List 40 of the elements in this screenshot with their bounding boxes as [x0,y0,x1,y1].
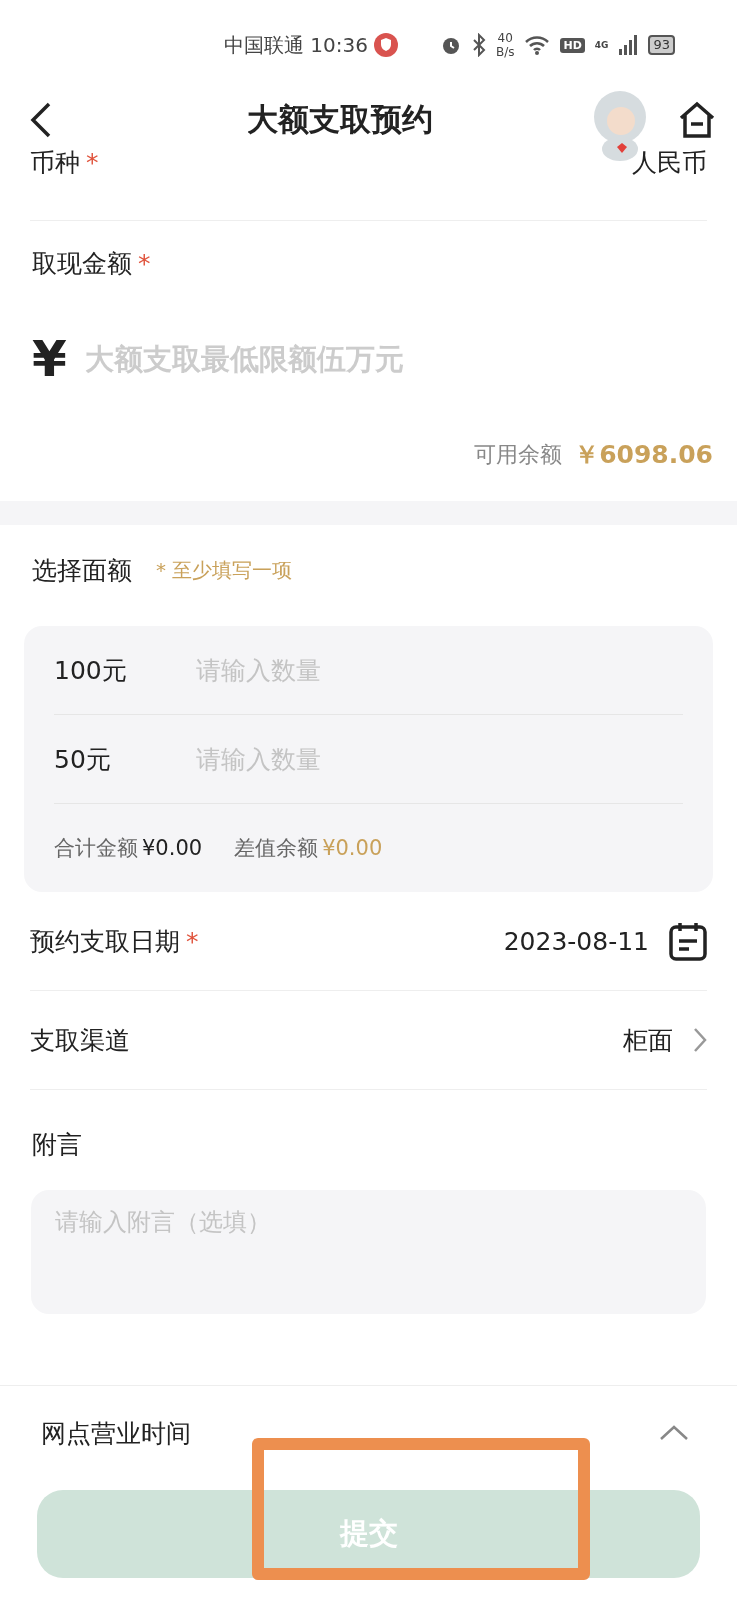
total-label: 合计金额 [54,835,138,862]
home-icon[interactable] [677,100,717,140]
currency-symbol: ¥ [32,330,67,388]
chevron-right-icon[interactable] [693,1027,707,1053]
hint-text: * 至少填写一项 [156,557,293,584]
denomination-label: 100元 [54,654,128,687]
network-type: 4G [594,40,609,50]
denomination-label: 50元 [54,743,112,776]
signal-icon [618,35,639,55]
balance-label: 可用余额 [474,440,563,469]
date-value[interactable]: 2023-08-11 [503,926,649,956]
network-speed: 40 [497,31,513,45]
field-label: 币种 [30,148,80,177]
required-mark: * [186,926,199,956]
carrier-name: 中国联通 [224,31,305,59]
required-mark: * [138,249,151,278]
back-icon[interactable] [30,102,52,138]
difference-amount: ¥0.00 [322,836,383,860]
channel-value[interactable]: 柜面 [623,1023,673,1057]
currency-value: 人民币 [632,147,707,179]
section-label: 选择面额 [32,555,132,587]
bluetooth-icon [471,33,486,57]
field-label: 附言 [32,1130,82,1159]
balance-amount: ￥6098.06 [574,439,713,471]
section-label: 网点营业时间 [41,1417,191,1450]
required-mark: * [86,148,99,177]
page-title: 大额支取预约 [245,100,434,139]
difference-label: 差值余额 [234,835,319,862]
field-label: 支取渠道 [30,1024,130,1057]
chevron-up-icon[interactable] [659,1425,689,1441]
hd-badge: HD [560,37,585,53]
clock-time: 10:36 [310,33,368,57]
shield-icon [373,33,398,57]
speed-unit: B/s [495,45,515,59]
wifi-icon [524,35,551,55]
field-label: 取现金额 [32,249,132,278]
total-amount: ¥0.00 [142,836,203,860]
battery-level: 93 [648,35,675,55]
field-label: 预约支取日期 [30,926,180,956]
calendar-icon[interactable] [669,921,707,961]
